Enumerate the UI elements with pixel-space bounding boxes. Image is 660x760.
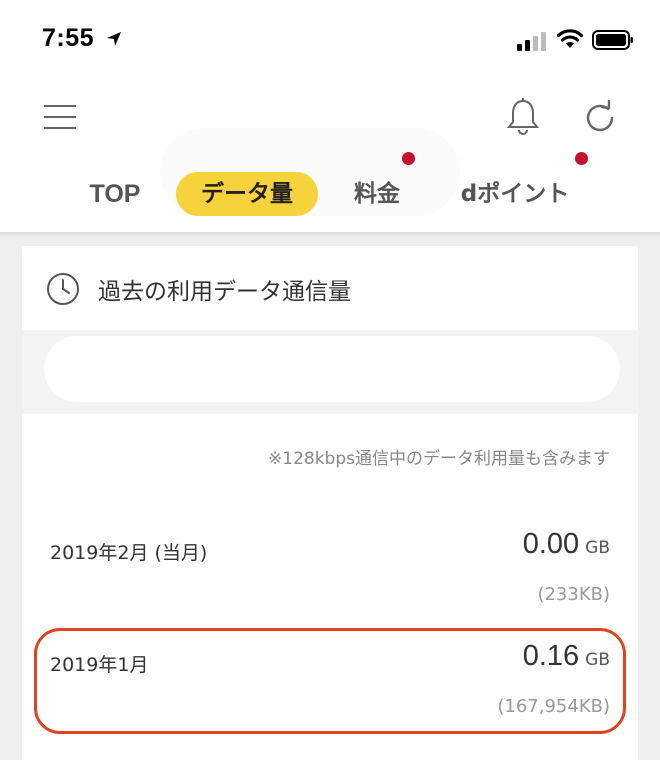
row-value-unit: GB	[585, 538, 610, 558]
fee-notification-badge	[402, 152, 415, 165]
tab-bar: TOP データ量 料金 dポイント	[0, 152, 660, 220]
dpoint-notification-badge	[575, 152, 588, 165]
row-kb: (167,954KB)	[497, 696, 610, 717]
usage-row: 2019年2月 (当月) 0.00 GB (233KB)	[22, 528, 638, 628]
row-value: 0.00 GB	[523, 528, 610, 561]
status-time: 7:55	[42, 24, 95, 52]
row-kb: (233KB)	[537, 584, 610, 605]
usage-history-card: 過去の利用データ通信量 ※128kbps通信中のデータ利用量も含みます 2019…	[22, 246, 638, 760]
row-value-unit: GB	[585, 650, 610, 670]
period-selector[interactable]	[44, 336, 620, 402]
selector-band	[22, 330, 638, 414]
status-bar: 7:55	[0, 0, 660, 80]
row-month: 2019年2月 (当月)	[50, 542, 208, 564]
usage-row: 2019年1月 0.16 GB (167,954KB)	[22, 640, 638, 740]
row-month: 2019年1月	[50, 654, 149, 676]
tab-dpoint[interactable]: dポイント	[452, 172, 578, 216]
tab-fee[interactable]: 料金	[344, 172, 410, 216]
refresh-icon[interactable]	[582, 100, 618, 136]
tab-data-usage[interactable]: データ量	[176, 172, 318, 216]
row-value-number: 0.16	[522, 640, 580, 672]
row-value-number: 0.00	[522, 528, 580, 560]
row-value: 0.16 GB	[523, 640, 610, 673]
card-header: 過去の利用データ通信量	[22, 246, 638, 330]
hamburger-menu-icon[interactable]	[44, 104, 76, 130]
location-arrow-icon	[107, 32, 121, 46]
wifi-icon	[556, 29, 584, 48]
header-shadow	[0, 232, 660, 238]
battery-icon	[592, 30, 633, 50]
bell-icon[interactable]	[506, 98, 540, 136]
usage-note: ※128kbps通信中のデータ利用量も含みます	[268, 449, 610, 469]
cell-signal-icon	[517, 32, 546, 51]
card-title: 過去の利用データ通信量	[98, 279, 351, 305]
tab-top[interactable]: TOP	[82, 172, 148, 216]
app-header: TOP データ量 料金 dポイント	[0, 80, 660, 232]
clock-icon	[47, 273, 79, 305]
